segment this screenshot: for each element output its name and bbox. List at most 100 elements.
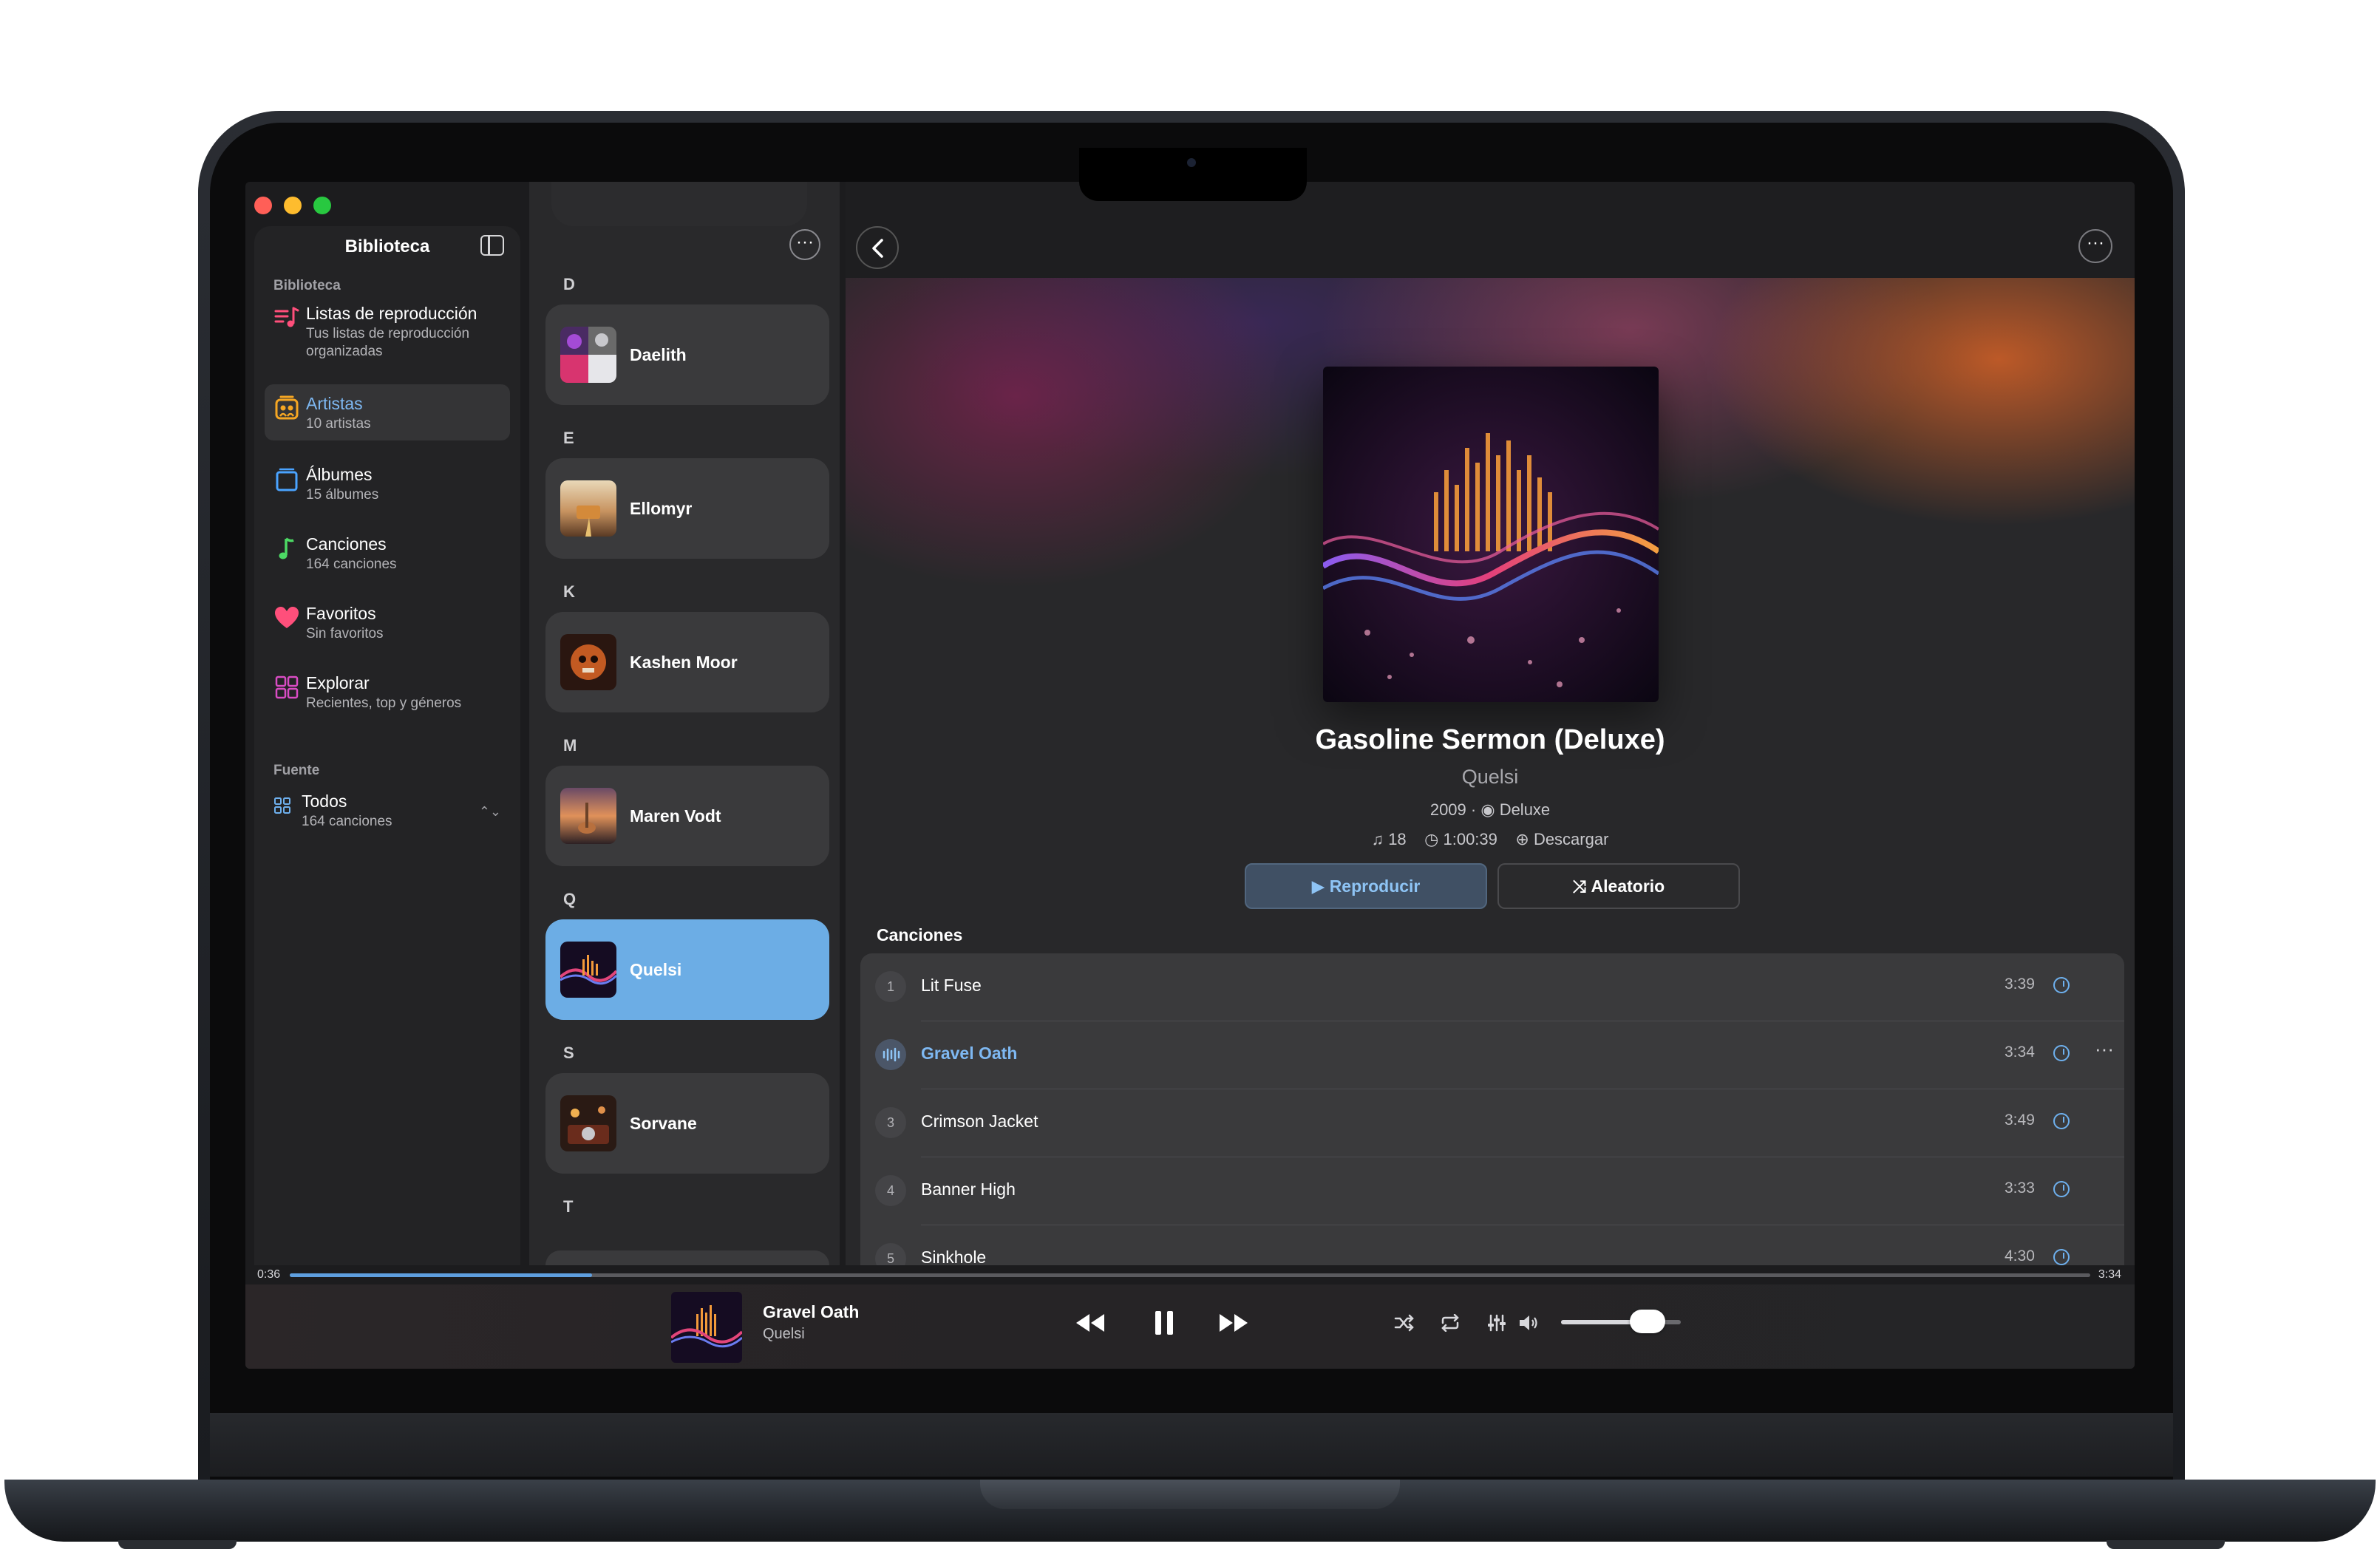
track-duration: 3:34	[2005, 1044, 2035, 1061]
sidebar-section-source: Fuente	[273, 763, 320, 778]
album-artist-link[interactable]: Quelsi	[846, 766, 2135, 789]
track-count: 18	[1388, 830, 1407, 849]
artist-card[interactable]: Maren Vodt	[545, 766, 829, 866]
sidebar-item-subtitle: 164 canciones	[306, 557, 397, 572]
app-window: Biblioteca Biblioteca Listas de reproduc…	[245, 182, 2135, 1369]
download-icon[interactable]	[2053, 977, 2070, 993]
track-row[interactable]: 4 Banner High 3:33	[860, 1157, 2124, 1225]
elapsed-time: 0:36	[257, 1268, 281, 1281]
grid-small-icon	[269, 792, 296, 819]
sidebar-section-library: Biblioteca	[273, 278, 341, 293]
sidebar-item-songs[interactable]: Canciones 164 canciones	[265, 525, 510, 581]
artist-card[interactable]: Daelith	[545, 304, 829, 405]
artist-card[interactable]: Kashen Moor	[545, 612, 829, 712]
fast-forward-icon	[1220, 1314, 1248, 1332]
now-playing-artwork[interactable]	[671, 1292, 742, 1363]
track-title: Sinkhole	[921, 1248, 987, 1265]
download-link[interactable]: Descargar	[1534, 830, 1608, 848]
source-selector[interactable]: Todos 164 canciones ⌃⌄	[265, 782, 510, 838]
grid-icon	[273, 674, 300, 701]
artist-card-partial[interactable]	[545, 1250, 829, 1265]
track-count-icon: ♫	[1371, 830, 1384, 849]
section-letter: T	[563, 1197, 574, 1216]
separator-dot: ·	[1470, 800, 1481, 820]
shuffle-icon	[1394, 1314, 1414, 1332]
artist-name: Kashen Moor	[630, 652, 738, 672]
download-icon[interactable]	[2053, 1045, 2070, 1061]
sidebar-item-albums[interactable]: Álbumes 15 álbumes	[265, 455, 510, 511]
track-row[interactable]: 3 Crimson Jacket 3:49	[860, 1089, 2124, 1157]
forward-button[interactable]	[1218, 1313, 1249, 1337]
album-title: Gasoline Sermon (Deluxe)	[1315, 724, 1665, 755]
sidebar-item-artists[interactable]: Artistas 10 artistas	[265, 384, 510, 440]
laptop-hinge	[210, 1413, 2173, 1477]
artist-card[interactable]: Sorvane	[545, 1073, 829, 1174]
shuffle-toggle[interactable]	[1394, 1314, 1415, 1335]
artist-thumbnail	[560, 942, 616, 998]
album-cover	[1323, 367, 1659, 702]
track-row[interactable]: 5 Sinkhole 4:30	[860, 1225, 2124, 1265]
minimize-window-button[interactable]	[284, 197, 302, 214]
artist-thumbnail	[560, 634, 616, 690]
more-options-icon[interactable]: ···	[789, 229, 820, 260]
sidebar-item-subtitle: 15 álbumes	[306, 487, 379, 503]
zoom-window-button[interactable]	[313, 197, 331, 214]
rewind-icon	[1076, 1314, 1104, 1332]
track-duration: 4:30	[2005, 1248, 2035, 1265]
sidebar-item-label: Listas de reproducción	[306, 304, 477, 323]
playback-progress: 0:36 3:34	[245, 1265, 2135, 1284]
download-icon[interactable]	[2053, 1113, 2070, 1129]
track-number: 4	[875, 1175, 906, 1206]
sidebar-item-explore[interactable]: Explorar Recientes, top y géneros	[265, 664, 510, 720]
album-icon	[273, 466, 300, 492]
repeat-icon	[1441, 1313, 1459, 1333]
edition-icon: ◉	[1480, 800, 1495, 820]
track-duration: 3:33	[2005, 1180, 2035, 1197]
sidebar-toggle-icon[interactable]	[480, 235, 504, 256]
camera-icon	[1187, 158, 1196, 167]
artist-thumbnail	[560, 788, 616, 844]
sidebar-item-favorites[interactable]: Favoritos Sin favoritos	[265, 594, 510, 650]
more-options-icon[interactable]: ···	[2095, 1038, 2114, 1061]
back-button[interactable]	[856, 226, 899, 269]
repeat-toggle[interactable]	[1440, 1313, 1461, 1335]
album-duration: 1:00:39	[1443, 830, 1497, 849]
shuffle-button[interactable]: ⤨ Aleatorio	[1497, 863, 1740, 909]
artist-card[interactable]: Ellomyr	[545, 458, 829, 559]
pause-button[interactable]	[1153, 1310, 1175, 1340]
now-playing-title: Gravel Oath	[763, 1302, 860, 1321]
songs-section-title: Canciones	[877, 925, 963, 945]
artist-card-partial[interactable]	[551, 182, 807, 226]
now-playing-artist[interactable]: Quelsi	[763, 1326, 805, 1343]
track-duration: 3:39	[2005, 976, 2035, 993]
track-row-playing[interactable]: Gravel Oath 3:34 ···	[860, 1021, 2124, 1089]
sidebar-item-playlists[interactable]: Listas de reproducción Tus listas de rep…	[265, 294, 510, 368]
seek-bar[interactable]	[290, 1273, 2090, 1277]
album-meta-year-edition: 2009 · ◉ Deluxe	[846, 800, 2135, 820]
rewind-button[interactable]	[1075, 1313, 1106, 1337]
equalizer-button[interactable]	[1487, 1314, 1506, 1335]
artist-name: Ellomyr	[630, 498, 693, 518]
more-options-icon[interactable]: ···	[2078, 229, 2112, 263]
camera-notch	[1079, 148, 1307, 201]
artist-thumbnail	[560, 480, 616, 537]
download-icon[interactable]	[2053, 1249, 2070, 1265]
artist-card-selected[interactable]: Quelsi	[545, 919, 829, 1020]
close-window-button[interactable]	[254, 197, 272, 214]
clock-icon: ◷	[1424, 830, 1439, 849]
sidebar-item-label: Canciones	[306, 534, 387, 554]
section-letter: E	[563, 429, 574, 447]
volume-slider-knob[interactable]	[1629, 1310, 1665, 1333]
sidebar: Biblioteca Biblioteca Listas de reproduc…	[254, 226, 520, 1265]
track-number: 3	[875, 1107, 906, 1138]
detail-toolbar	[846, 182, 2135, 278]
download-icon[interactable]	[2053, 1181, 2070, 1197]
play-button[interactable]: ▶ Reproducir	[1245, 863, 1487, 909]
track-number: 1	[875, 971, 906, 1002]
download-icon[interactable]: ⊕	[1515, 830, 1529, 848]
sidebar-item-subtitle: Tus listas de reproducción organizadas	[306, 326, 470, 359]
artist-list: ··· D Daelith E Ellomyr K Kashen Moor M	[529, 182, 840, 1265]
track-row[interactable]: 1 Lit Fuse 3:39	[860, 953, 2124, 1021]
shuffle-label: Aleatorio	[1591, 877, 1665, 896]
volume-slider[interactable]	[1561, 1310, 1681, 1333]
